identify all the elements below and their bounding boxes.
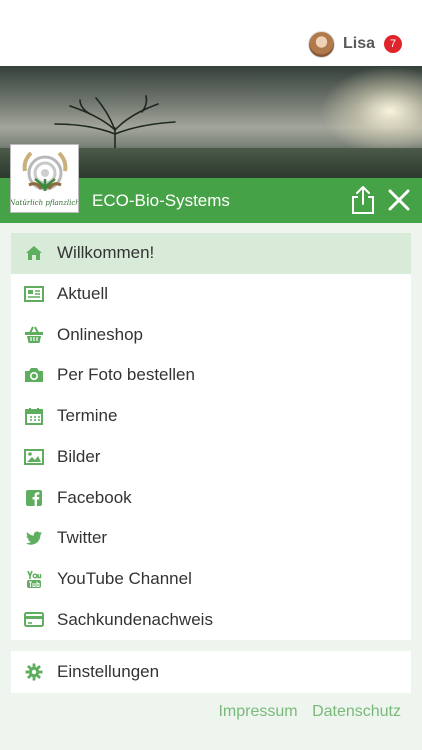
basket-icon	[23, 324, 45, 346]
menu-item-label: Facebook	[57, 487, 132, 507]
footer-links: Impressum Datenschutz	[208, 703, 401, 721]
logo-text: Natürlich pflanzlich	[11, 199, 78, 207]
avatar[interactable]	[307, 30, 335, 58]
menu-item-label: Einstellungen	[57, 662, 160, 681]
menu-item-einstellungen[interactable]: Einstellungen	[11, 651, 411, 693]
newspaper-icon	[23, 283, 45, 305]
menu-item-per-foto-bestellen[interactable]: Per Foto bestellen	[11, 355, 411, 396]
menu-item-youtube-channel[interactable]: YouTube Channel	[11, 559, 411, 600]
menu-item-termine[interactable]: Termine	[11, 396, 411, 437]
notification-badge[interactable]: 7	[384, 35, 402, 53]
datenschutz-link[interactable]: Datenschutz	[312, 703, 401, 720]
menu-item-label: Per Foto bestellen	[57, 365, 195, 385]
menu-item-aktuell[interactable]: Aktuell	[11, 274, 411, 315]
user-menu[interactable]: Lisa 7	[307, 30, 402, 58]
home-icon	[23, 242, 45, 264]
side-menu: Willkommen! Aktuell Onlineshop Per Foto …	[11, 233, 411, 640]
menu-item-twitter[interactable]: Twitter	[11, 518, 411, 559]
share-icon[interactable]	[350, 185, 376, 215]
menu-item-sachkundenachweis[interactable]: Sachkundenachweis	[11, 599, 411, 640]
brand-logo: Natürlich pflanzlich	[8, 144, 80, 213]
menu-item-onlineshop[interactable]: Onlineshop	[11, 314, 411, 355]
settings-menu: Einstellungen	[11, 651, 411, 693]
user-name[interactable]: Lisa	[343, 35, 375, 53]
menu-item-label: Twitter	[57, 528, 108, 548]
camera-icon	[23, 364, 45, 386]
menu-item-willkommen[interactable]: Willkommen!	[11, 233, 411, 274]
twitter-icon	[23, 527, 45, 549]
menu-item-label: Bilder	[57, 446, 101, 466]
menu-item-label: Willkommen!	[57, 243, 155, 263]
menu-item-label: Aktuell	[57, 284, 109, 304]
menu-item-label: Termine	[57, 406, 118, 426]
menu-item-label: Sachkundenachweis	[57, 609, 213, 629]
top-bar: Lisa 7	[0, 0, 422, 66]
close-icon[interactable]	[387, 188, 411, 212]
gear-icon	[23, 661, 45, 683]
menu-item-label: YouTube Channel	[57, 568, 192, 588]
menu-item-label: Onlineshop	[57, 324, 144, 344]
impressum-link[interactable]: Impressum	[218, 703, 297, 720]
app-title: ECO-Bio-Systems	[92, 191, 230, 210]
credit-card-icon	[23, 609, 45, 631]
menu-item-bilder[interactable]: Bilder	[11, 437, 411, 478]
youtube-icon	[23, 568, 45, 590]
calendar-icon	[23, 405, 45, 427]
image-icon	[23, 446, 45, 468]
menu-item-facebook[interactable]: Facebook	[11, 477, 411, 518]
facebook-icon	[23, 487, 45, 509]
